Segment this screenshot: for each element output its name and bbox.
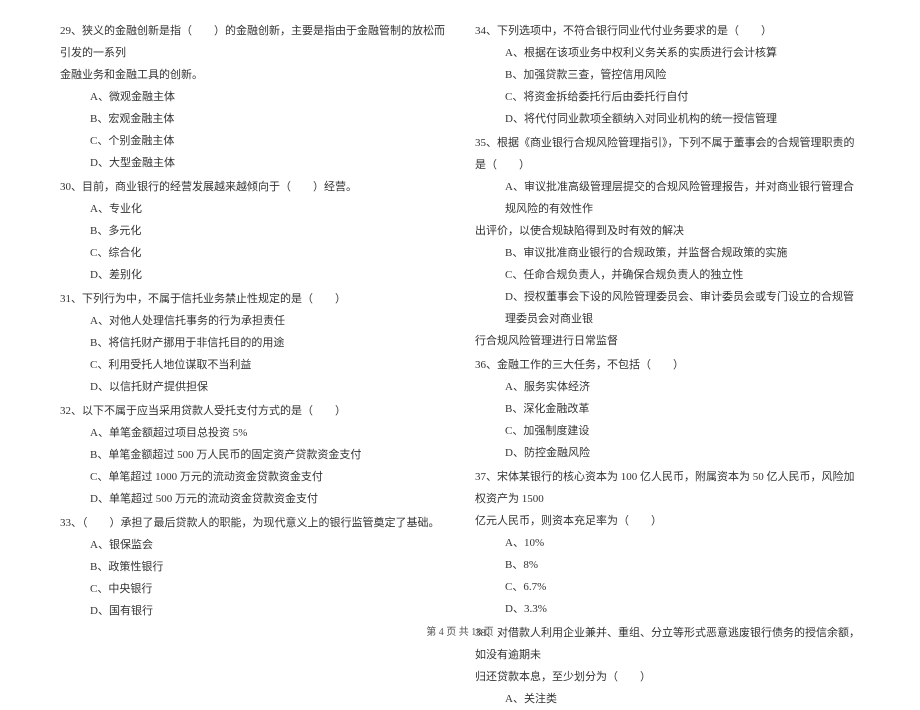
- q37-stem: 37、宋体某银行的核心资本为 100 亿人民币，附属资本为 50 亿人民币，风险…: [475, 466, 860, 510]
- q29-opt-a: A、微观金融主体: [60, 86, 445, 108]
- question-36: 36、金融工作的三大任务，不包括（ ） A、服务实体经济 B、深化金融改革 C、…: [475, 354, 860, 464]
- q30-opt-d: D、差别化: [60, 264, 445, 286]
- q29-opt-b: B、宏观金融主体: [60, 108, 445, 130]
- q29-opt-d: D、大型金融主体: [60, 152, 445, 174]
- q36-stem: 36、金融工作的三大任务，不包括（ ）: [475, 354, 860, 376]
- q38-opt-a: A、关注类: [475, 688, 860, 710]
- q33-opt-c: C、中央银行: [60, 578, 445, 600]
- q37-opt-d: D、3.3%: [475, 598, 860, 620]
- q34-stem: 34、下列选项中，不符合银行同业代付业务要求的是（ ）: [475, 20, 860, 42]
- q37-opt-c: C、6.7%: [475, 576, 860, 598]
- q31-opt-a: A、对他人处理信托事务的行为承担责任: [60, 310, 445, 332]
- q34-opt-b: B、加强贷款三查，管控信用风险: [475, 64, 860, 86]
- q38-stem2: 归还贷款本息，至少划分为（ ）: [475, 666, 860, 688]
- q30-opt-b: B、多元化: [60, 220, 445, 242]
- q37-stem2: 亿元人民币，则资本充足率为（ ）: [475, 510, 860, 532]
- q34-opt-a: A、根据在该项业务中权利义务关系的实质进行会计核算: [475, 42, 860, 64]
- question-34: 34、下列选项中，不符合银行同业代付业务要求的是（ ） A、根据在该项业务中权利…: [475, 20, 860, 130]
- q32-stem: 32、以下不属于应当采用贷款人受托支付方式的是（ ）: [60, 400, 445, 422]
- content-area: 29、狭义的金融创新是指（ ）的金融创新，主要是指由于金融管制的放松而引发的一系…: [60, 20, 860, 610]
- q35-opt-c: C、任命合规负责人，并确保合规负责人的独立性: [475, 264, 860, 286]
- q33-opt-b: B、政策性银行: [60, 556, 445, 578]
- q35-opt-a-prefix: A、审议批准高级管理层提交的合规风险管理报告，并对商业银行管理合规风险的有效性作: [475, 176, 860, 220]
- q32-opt-d: D、单笔超过 500 万元的流动资金贷款资金支付: [60, 488, 445, 510]
- question-37: 37、宋体某银行的核心资本为 100 亿人民币，附属资本为 50 亿人民币，风险…: [475, 466, 860, 620]
- q32-opt-a: A、单笔金额超过项目总投资 5%: [60, 422, 445, 444]
- q31-opt-c: C、利用受托人地位谋取不当利益: [60, 354, 445, 376]
- q34-opt-d: D、将代付同业款项全额纳入对同业机构的统一授信管理: [475, 108, 860, 130]
- q35-opt-d: D、授权董事会下设的风险管理委员会、审计委员会或专门设立的合规管理委员会对商业银: [475, 286, 860, 330]
- q36-opt-b: B、深化金融改革: [475, 398, 860, 420]
- q36-opt-c: C、加强制度建设: [475, 420, 860, 442]
- q29-stem: 29、狭义的金融创新是指（ ）的金融创新，主要是指由于金融管制的放松而引发的一系…: [60, 20, 445, 64]
- right-column: 34、下列选项中，不符合银行同业代付业务要求的是（ ） A、根据在该项业务中权利…: [475, 20, 860, 610]
- question-33: 33、（ ）承担了最后贷款人的职能，为现代意义上的银行监管奠定了基础。 A、银保…: [60, 512, 445, 622]
- question-30: 30、目前，商业银行的经营发展越来越倾向于（ ）经营。 A、专业化 B、多元化 …: [60, 176, 445, 286]
- q34-opt-c: C、将资金拆给委托行后由委托行自付: [475, 86, 860, 108]
- q35-continuation: 出评价，以使合规缺陷得到及时有效的解决: [475, 220, 860, 242]
- q35-opt-b: B、审议批准商业银行的合规政策，并监督合规政策的实施: [475, 242, 860, 264]
- q29-opt-c: C、个别金融主体: [60, 130, 445, 152]
- question-32: 32、以下不属于应当采用贷款人受托支付方式的是（ ） A、单笔金额超过项目总投资…: [60, 400, 445, 510]
- q33-stem: 33、（ ）承担了最后贷款人的职能，为现代意义上的银行监管奠定了基础。: [60, 512, 445, 534]
- q35-stem: 35、根据《商业银行合规风险管理指引》，下列不属于董事会的合规管理职责的是（ ）: [475, 132, 860, 176]
- q30-opt-c: C、综合化: [60, 242, 445, 264]
- q36-opt-d: D、防控金融风险: [475, 442, 860, 464]
- q33-opt-a: A、银保监会: [60, 534, 445, 556]
- question-31: 31、下列行为中，不属于信托业务禁止性规定的是（ ） A、对他人处理信托事务的行…: [60, 288, 445, 398]
- q32-opt-c: C、单笔超过 1000 万元的流动资金贷款资金支付: [60, 466, 445, 488]
- q32-opt-b: B、单笔金额超过 500 万人民币的固定资产贷款资金支付: [60, 444, 445, 466]
- q37-opt-b: B、8%: [475, 554, 860, 576]
- page-footer: 第 4 页 共 18 页: [0, 623, 920, 638]
- question-35: 35、根据《商业银行合规风险管理指引》，下列不属于董事会的合规管理职责的是（ ）…: [475, 132, 860, 352]
- q33-opt-d: D、国有银行: [60, 600, 445, 622]
- q31-stem: 31、下列行为中，不属于信托业务禁止性规定的是（ ）: [60, 288, 445, 310]
- q30-opt-a: A、专业化: [60, 198, 445, 220]
- q36-opt-a: A、服务实体经济: [475, 376, 860, 398]
- q30-stem: 30、目前，商业银行的经营发展越来越倾向于（ ）经营。: [60, 176, 445, 198]
- question-29: 29、狭义的金融创新是指（ ）的金融创新，主要是指由于金融管制的放松而引发的一系…: [60, 20, 445, 174]
- q29-stem2: 金融业务和金融工具的创新。: [60, 64, 445, 86]
- q31-opt-d: D、以信托财产提供担保: [60, 376, 445, 398]
- q31-opt-b: B、将信托财产挪用于非信托目的的用途: [60, 332, 445, 354]
- left-column: 29、狭义的金融创新是指（ ）的金融创新，主要是指由于金融管制的放松而引发的一系…: [60, 20, 445, 610]
- q37-opt-a: A、10%: [475, 532, 860, 554]
- q35-continuation2: 行合规风险管理进行日常监督: [475, 330, 860, 352]
